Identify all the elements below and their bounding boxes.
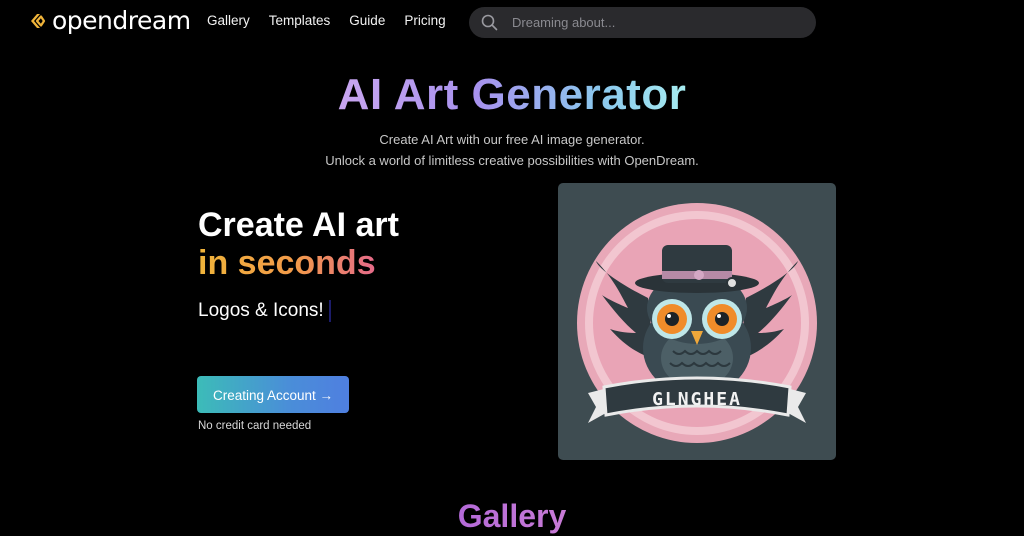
hero-title-text: AI Art Generator xyxy=(337,70,687,119)
opendream-logo-icon xyxy=(31,14,46,28)
generated-art-image[interactable]: GLNGHEA xyxy=(558,183,836,460)
promo-headline-1: Create AI art xyxy=(198,206,399,244)
typing-caret xyxy=(328,300,331,322)
gallery-title-text: Gallery xyxy=(457,498,567,534)
nav-links: Gallery Templates Guide Pricing xyxy=(207,12,446,30)
nav-link-templates[interactable]: Templates xyxy=(269,12,331,30)
hero-title: AI Art Generator xyxy=(0,68,1024,122)
nav-link-guide[interactable]: Guide xyxy=(349,12,385,30)
hero-subtitle-line1: Create AI Art with our free AI image gen… xyxy=(379,132,645,147)
top-nav: opendream Gallery Templates Guide Pricin… xyxy=(0,0,1024,44)
owl-logo-illustration: GLNGHEA xyxy=(577,203,817,443)
search-bar[interactable] xyxy=(469,7,816,38)
nav-link-gallery[interactable]: Gallery xyxy=(207,12,250,30)
promo-headline-2-text: in seconds xyxy=(198,244,376,282)
nav-link-pricing[interactable]: Pricing xyxy=(404,12,445,30)
banner-text: GLNGHEA xyxy=(652,389,742,410)
typed-text: Logos & Icons! xyxy=(198,300,324,321)
gallery-section-title: Gallery xyxy=(0,496,1024,536)
no-credit-card-note: No credit card needed xyxy=(198,420,312,432)
typed-text-container: Logos & Icons! xyxy=(198,299,331,323)
brand-logo[interactable]: opendream xyxy=(28,6,191,36)
brand-name: opendream xyxy=(52,6,191,35)
hero-subtitle-line2: Unlock a world of limitless creative pos… xyxy=(325,153,699,168)
search-input[interactable] xyxy=(510,14,800,31)
create-account-button[interactable]: Creating Account → xyxy=(197,376,349,413)
promo-headline-2: in seconds xyxy=(198,243,376,283)
search-icon xyxy=(481,14,498,31)
